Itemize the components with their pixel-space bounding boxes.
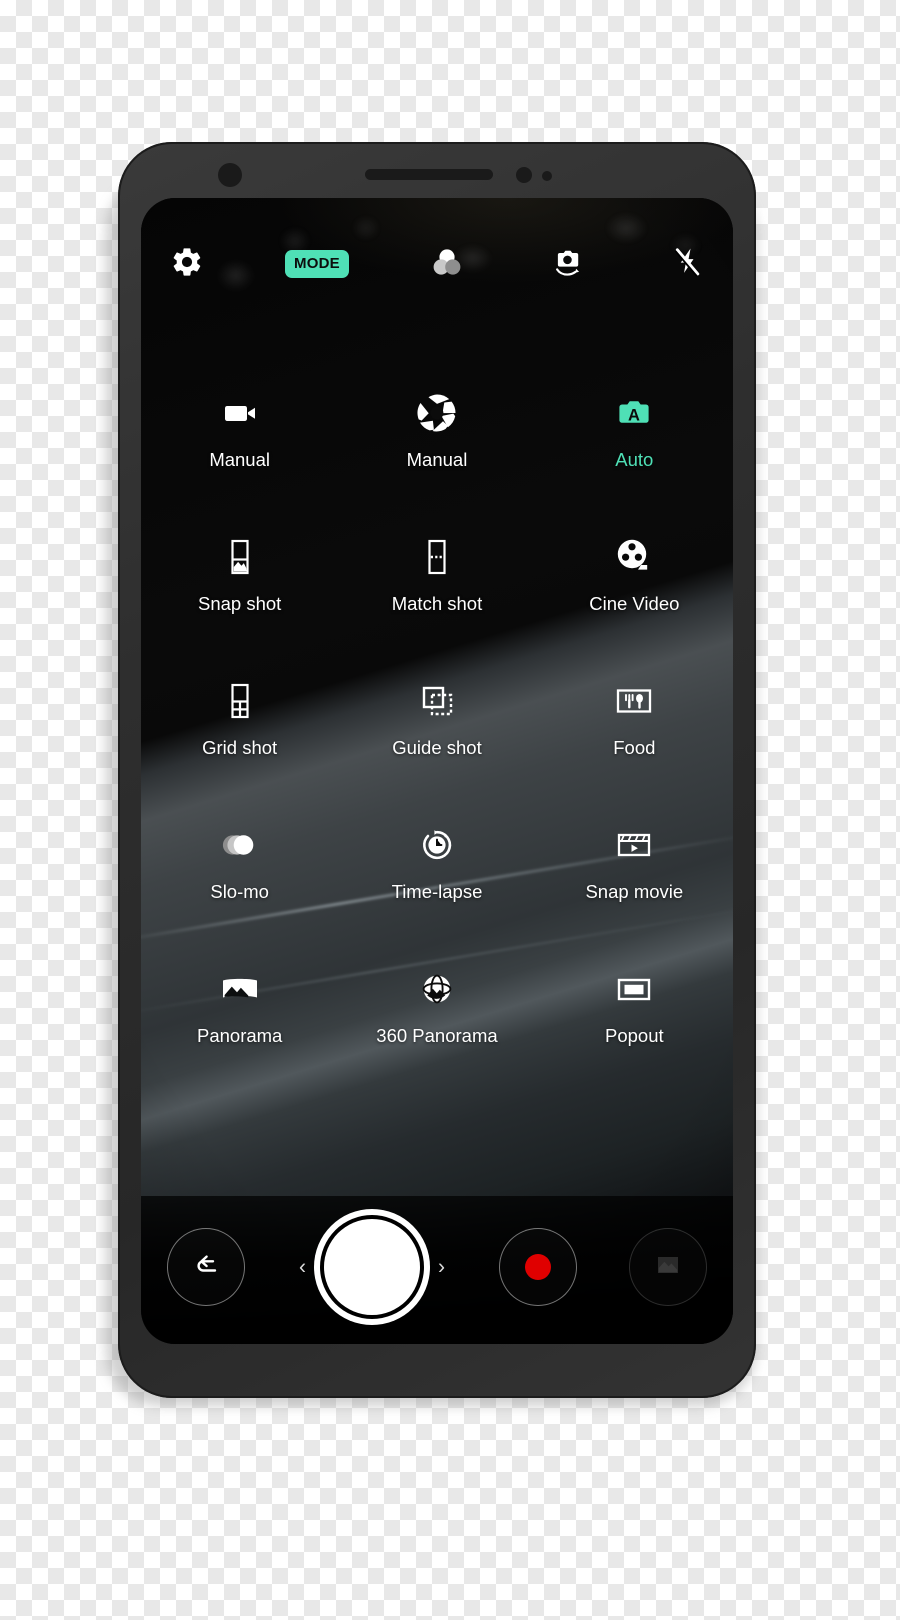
shutter-icon [324,1219,420,1315]
film-reel-icon [608,531,660,583]
next-mode-chevron-icon[interactable]: › [438,1257,445,1278]
match-shot-icon [411,531,463,583]
mode-item-slo-mo[interactable]: Slo-mo [141,805,338,949]
mode-item-time-lapse[interactable]: Time-lapse [338,805,535,949]
panorama-icon [214,963,266,1015]
guide-shot-icon [411,675,463,727]
mode-item-label: Food [613,737,656,758]
back-button[interactable] [167,1228,245,1306]
mode-item-popout[interactable]: Popout [536,949,733,1093]
proximity-sensor-icon [516,167,532,183]
aperture-icon [411,387,463,439]
snap-shot-icon [214,531,266,583]
mode-item-label: Snap movie [585,881,684,902]
flash-button[interactable] [665,242,709,286]
camera-flip-icon [548,243,586,286]
mode-item-label: Slo-mo [210,881,269,902]
shutter-button[interactable]: ‹ › [297,1219,447,1315]
light-sensor-icon [542,171,552,181]
mode-item-label: Grid shot [202,737,278,758]
mode-item-label: Cine Video [589,593,680,614]
switch-camera-button[interactable] [545,242,589,286]
earpiece-speaker-icon [365,169,493,180]
gear-icon [170,245,204,284]
video-camera-icon [214,387,266,439]
mode-item-360-panorama[interactable]: 360 Panorama [338,949,535,1093]
svg-text:A: A [628,407,640,425]
panorama-360-icon [411,963,463,1015]
phone-screen: MODE Manual Manual A Auto Snap shot Matc… [141,198,733,1344]
mode-item-manual-video[interactable]: Manual [141,373,338,517]
mode-item-grid-shot[interactable]: Grid shot [141,661,338,805]
record-button[interactable] [499,1228,577,1306]
mode-item-label: Manual [406,449,468,470]
mode-item-auto[interactable]: A Auto [536,373,733,517]
grid-shot-icon [214,675,266,727]
filter-circles-icon [429,244,465,285]
time-lapse-icon [411,819,463,871]
mode-item-label: Time-lapse [391,881,483,902]
camera-top-toolbar: MODE [141,242,733,286]
image-thumbnail-icon [651,1248,685,1287]
mode-item-panorama[interactable]: Panorama [141,949,338,1093]
camera-auto-icon: A [608,387,660,439]
phone-device-frame: MODE Manual Manual A Auto Snap shot Matc… [118,142,756,1398]
clapperboard-icon [608,819,660,871]
mode-item-snap-shot[interactable]: Snap shot [141,517,338,661]
mode-button[interactable]: MODE [285,242,349,286]
mode-item-match-shot[interactable]: Match shot [338,517,535,661]
camera-bottom-bar: ‹ › [141,1196,733,1344]
food-icon [608,675,660,727]
prev-mode-chevron-icon[interactable]: ‹ [299,1257,306,1278]
mode-item-food[interactable]: Food [536,661,733,805]
mode-item-label: Panorama [196,1025,283,1046]
mode-item-label: 360 Panorama [376,1025,498,1046]
flash-off-icon [670,245,704,284]
filter-button[interactable] [425,242,469,286]
mode-item-guide-shot[interactable]: Guide shot [338,661,535,805]
popout-icon [608,963,660,1015]
mode-item-manual-photo[interactable]: Manual [338,373,535,517]
mode-badge: MODE [285,250,349,278]
slo-mo-icon [214,819,266,871]
mode-item-label: Manual [209,449,270,470]
gallery-button[interactable] [629,1228,707,1306]
mode-item-label: Popout [605,1025,664,1046]
front-camera-icon [218,163,242,187]
mode-item-label: Guide shot [392,737,482,758]
top-bezel [118,142,756,204]
mode-item-label: Auto [615,449,654,470]
mode-item-label: Match shot [391,593,483,614]
record-dot-icon [525,1254,551,1280]
undo-arrow-icon [189,1248,223,1287]
mode-item-label: Snap shot [198,593,282,614]
screenshot-canvas: MODE Manual Manual A Auto Snap shot Matc… [0,0,900,1620]
mode-item-snap-movie[interactable]: Snap movie [536,805,733,949]
mode-selection-grid: Manual Manual A Auto Snap shot Match sho… [141,373,733,1093]
mode-item-cine-video[interactable]: Cine Video [536,517,733,661]
settings-button[interactable] [165,242,209,286]
